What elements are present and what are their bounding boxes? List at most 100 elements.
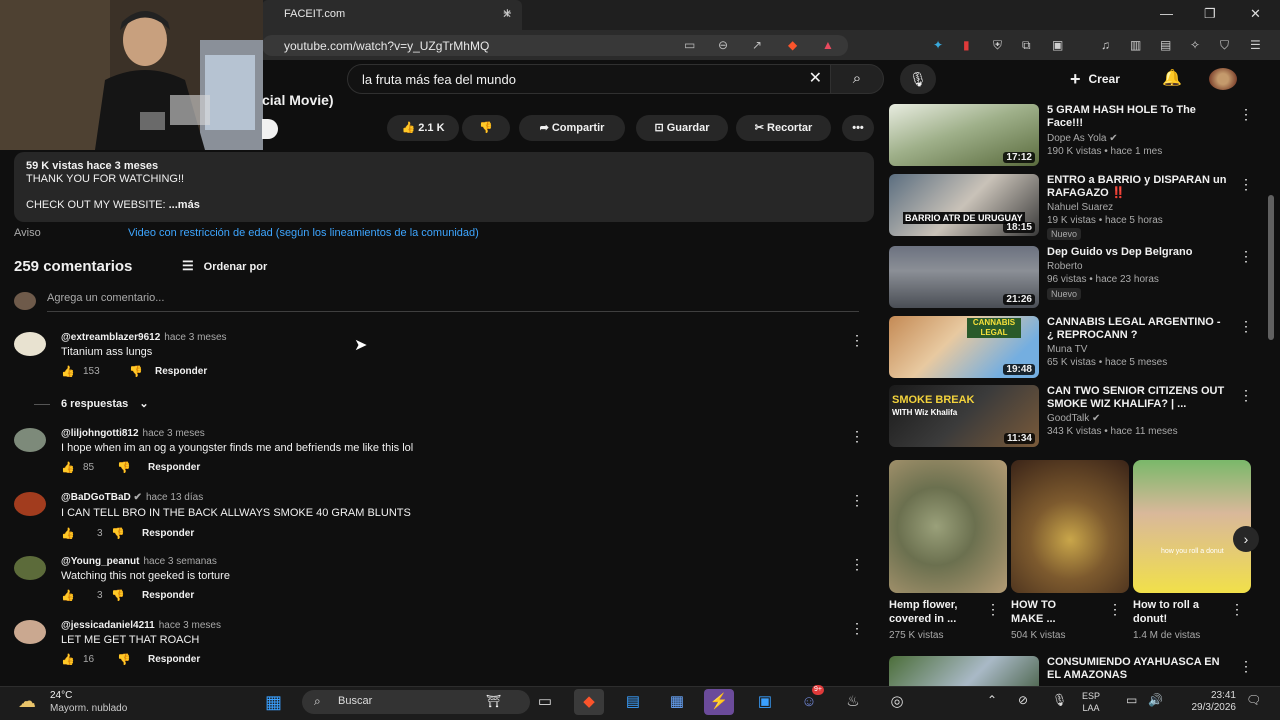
comment-time[interactable]: hace 3 meses [143,428,205,439]
video-thumbnail[interactable]: CANNABIS LEGAL 19:48 [889,316,1039,378]
video-title[interactable]: ENTRO a BARRIO y DISPARAN un RAFAGAZO ‼️ [1047,174,1227,200]
brave-rewards-icon[interactable]: ▲ [822,38,834,52]
clear-search-icon[interactable]: ✕ [809,68,822,88]
channel-name[interactable]: Muna TV [1047,344,1087,355]
clip-button[interactable]: ✂ Recortar [736,115,831,141]
short-thumbnail[interactable] [889,460,1007,593]
wallet-icon[interactable]: ▤ [1160,38,1171,52]
more-actions-button[interactable]: ••• [842,115,874,141]
age-restriction-link[interactable]: Video con restricción de edad (según los… [128,227,479,239]
thumbs-up-icon[interactable]: 👍 [61,653,75,666]
reply-button[interactable]: Responder [142,590,194,601]
thumbs-down-icon[interactable]: 👎 [111,527,125,540]
app-icon[interactable]: ⚡ [704,689,734,715]
recommended-video[interactable]: BARRIO ATR DE URUGUAY 18:15 ENTRO a BARR… [889,174,1259,240]
dislike-button[interactable]: 👎 [462,115,510,141]
short-menu-icon[interactable]: ⋮ [1230,601,1244,618]
recommended-video[interactable]: 17:12 5 GRAM HASH HOLE To The Face!!! Do… [889,104,1259,166]
share-page-icon[interactable]: ↗ [752,38,762,52]
video-title[interactable]: CANNABIS LEGAL ARGENTINO - ¿ REPROCANN ? [1047,316,1227,342]
recommended-video[interactable]: CANNABIS LEGAL 19:48 CANNABIS LEGAL ARGE… [889,316,1259,378]
video-thumbnail[interactable]: 21:26 [889,246,1039,308]
video-thumbnail[interactable]: 17:12 [889,104,1039,166]
url-text[interactable]: youtube.com/watch?v=y_UZgTrMhMQ [284,39,489,53]
thumbs-up-icon[interactable]: 👍 [61,461,75,474]
video-title[interactable]: CAN TWO SENIOR CITIZENS OUT SMOKE WIZ KH… [1047,385,1227,411]
extensions-icon[interactable]: ⧉ [1022,38,1031,53]
sidebar-icon[interactable]: ▥ [1130,38,1141,52]
network-off-icon[interactable]: ⊘ [1018,693,1028,707]
window-close-button[interactable]: ✕ [1250,6,1261,22]
recommended-video[interactable]: 21:26 Dep Guido vs Dep Belgrano Roberto … [889,246,1259,308]
minimize-button[interactable]: — [1160,6,1173,21]
thumbs-down-icon[interactable]: 👎 [111,589,125,602]
add-comment-input[interactable]: Agrega un comentario... [47,292,859,312]
save-button[interactable]: ⊡ Guardar [636,115,728,141]
cast-icon[interactable]: ▭ [684,38,695,52]
comment-menu-icon[interactable]: ⋮ [850,428,864,445]
comment-time[interactable]: hace 3 meses [164,332,226,343]
comment-author[interactable]: @BaDGoTBaD [61,492,131,503]
taskbar-search[interactable]: ⌕ Buscar ⛩ [302,690,530,714]
comment-time[interactable]: hace 3 meses [159,620,221,631]
search-input[interactable]: la fruta más fea del mundo ✕ [347,64,831,94]
share-button[interactable]: ➦ Compartir [519,115,625,141]
comment-menu-icon[interactable]: ⋮ [850,620,864,637]
description-box[interactable]: 59 K vistas hace 3 meses THANK YOU FOR W… [14,152,874,222]
screenshot-icon[interactable]: ▣ [1052,38,1063,52]
thumbs-up-icon[interactable]: 👍 [61,589,75,602]
extension-icon[interactable]: ▮ [963,38,970,52]
video-thumbnail[interactable] [889,656,1039,686]
maximize-button[interactable]: ❐ [1204,6,1216,22]
channel-name[interactable]: GoodTalk [1047,413,1089,424]
chevron-right-icon[interactable]: › [1233,526,1259,552]
reply-button[interactable]: Responder [148,654,200,665]
avatar[interactable] [14,428,46,452]
thumbs-down-icon[interactable]: 👎 [117,653,131,666]
show-more-link[interactable]: ...más [169,199,200,211]
channel-name[interactable]: Nahuel Suarez [1047,202,1113,213]
mic-icon[interactable]: 🎙 [1052,693,1067,707]
notifications-bell-icon[interactable]: 🔔 [1162,68,1182,88]
chevron-up-icon[interactable]: ⌃ [987,693,997,707]
music-icon[interactable]: ♫ [1101,38,1110,52]
comment-author[interactable]: @Young_peanut [61,556,139,567]
avatar[interactable] [14,620,46,644]
browser-tab[interactable]: FACEIT.com ✕ [262,0,522,30]
vpn-icon[interactable]: ⛉ [1220,38,1229,53]
clock[interactable]: 23:41 29/3/2026 [1174,690,1237,714]
video-title[interactable]: CONSUMIENDO AYAHUASCA EN EL AMAZONAS [1047,656,1227,682]
thumbs-up-icon[interactable]: 👍 [61,365,75,378]
windows-start-icon[interactable]: ▦ [265,692,282,713]
chat-app-icon[interactable]: ▣ [750,689,780,715]
volume-icon[interactable]: 🔊 [1148,693,1163,707]
sort-comments-button[interactable]: ☰ Ordenar por [182,258,267,274]
extension-icon[interactable]: ✦ [933,38,943,52]
avatar[interactable] [14,492,46,516]
avatar[interactable] [1209,68,1237,90]
search-button[interactable]: ⌕ [830,64,884,94]
calculator-icon[interactable]: ▦ [662,689,692,715]
replies-toggle[interactable]: 6 respuestas ⌄ [61,397,149,410]
display-icon[interactable]: ▭ [1126,693,1137,707]
short-title[interactable]: HOW TO MAKE ... [1011,598,1091,626]
brave-shield-icon[interactable]: ◆ [788,38,797,52]
video-menu-icon[interactable]: ⋮ [1239,387,1253,404]
search-query[interactable]: la fruta más fea del mundo [362,72,516,87]
scrollbar[interactable] [1268,195,1274,340]
comment-menu-icon[interactable]: ⋮ [850,556,864,573]
recommended-video[interactable]: CONSUMIENDO AYAHUASCA EN EL AMAZONAS ⋮ [889,656,1259,686]
short-menu-icon[interactable]: ⋮ [986,601,1000,618]
notifications-icon[interactable]: 🗨 [1246,693,1261,707]
comment-author[interactable]: @jessicadaniel4211 [61,620,155,631]
video-thumbnail[interactable]: BARRIO ATR DE URUGUAY 18:15 [889,174,1039,236]
reply-button[interactable]: Responder [142,528,194,539]
weather-temp[interactable]: 24°C [50,690,72,701]
menu-icon[interactable]: ☰ [1250,38,1261,52]
leo-icon[interactable]: ✧ [1190,38,1200,52]
thumbs-up-icon[interactable]: 👍 [61,527,75,540]
comment-time[interactable]: hace 3 semanas [143,556,216,567]
video-menu-icon[interactable]: ⋮ [1239,658,1253,675]
comment-time[interactable]: hace 13 días [146,492,203,503]
reply-button[interactable]: Responder [148,462,200,473]
